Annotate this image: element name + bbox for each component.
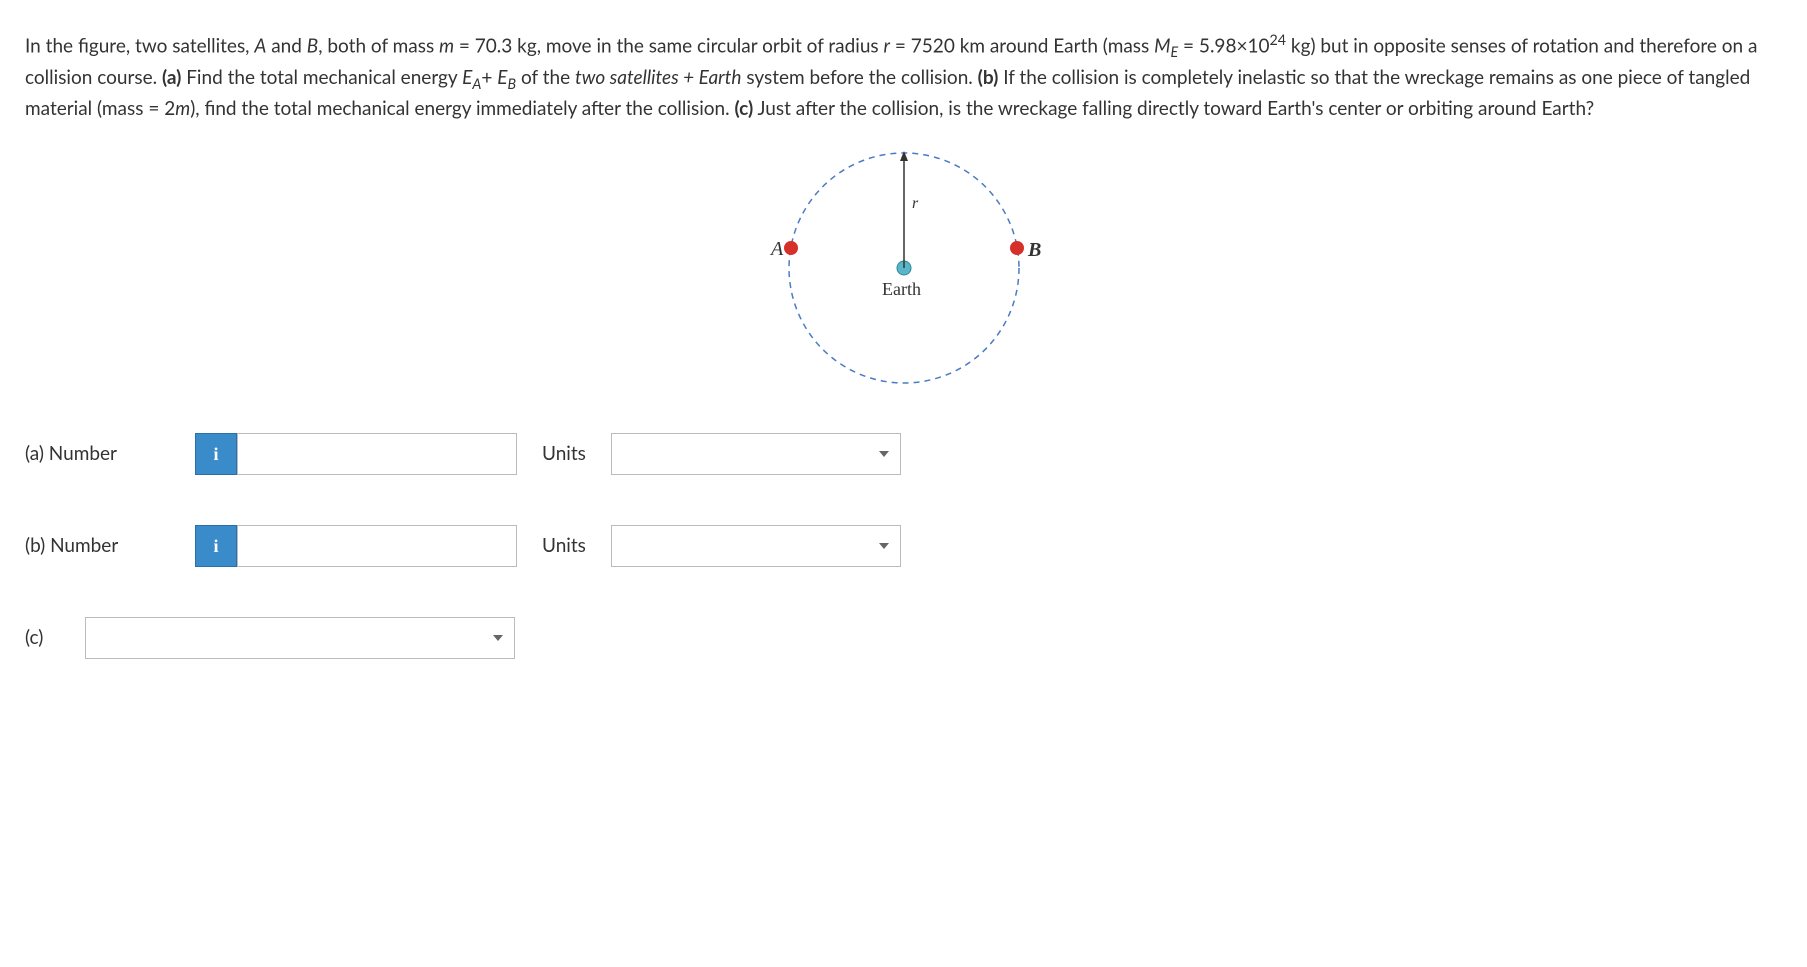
number-input-b[interactable] [237, 525, 517, 567]
info-icon-a[interactable]: i [195, 433, 237, 475]
number-input-a[interactable] [237, 433, 517, 475]
label-earth: Earth [882, 279, 921, 299]
answer-select-c[interactable] [85, 617, 515, 659]
units-label-a: Units [542, 440, 586, 469]
label-c: (c) [25, 624, 65, 653]
label-b-number: (b) Number [25, 532, 175, 561]
label-b: B [1027, 239, 1041, 261]
answer-row-b: (b) Number i Units [25, 525, 1782, 567]
answer-row-c: (c) [25, 617, 1782, 659]
units-select-a[interactable] [611, 433, 901, 475]
label-a-number: (a) Number [25, 440, 175, 469]
problem-statement: In the figure, two satellites, A and B, … [25, 30, 1782, 123]
units-label-b: Units [542, 532, 586, 561]
label-a: A [769, 238, 784, 260]
figure-container: A B Earth r [25, 143, 1782, 393]
orbit-figure: A B Earth r [764, 143, 1044, 393]
answer-row-a: (a) Number i Units [25, 433, 1782, 475]
info-icon-b[interactable]: i [195, 525, 237, 567]
label-r: r [912, 195, 919, 212]
units-select-b[interactable] [611, 525, 901, 567]
